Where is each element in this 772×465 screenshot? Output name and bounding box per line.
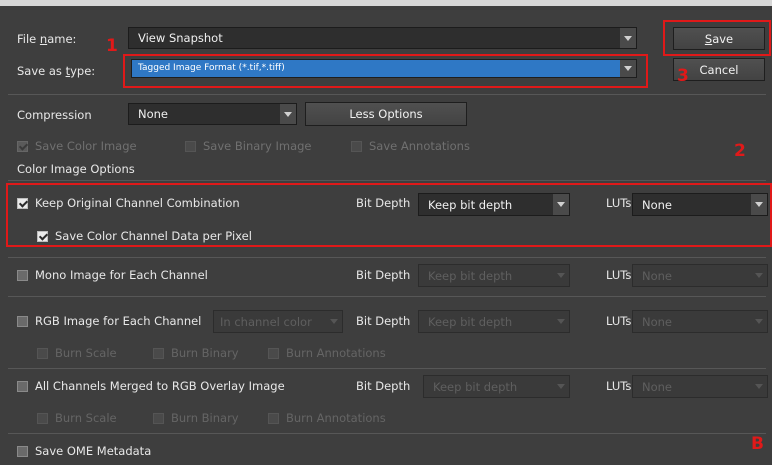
channel-color-select[interactable]: In channel color <box>213 310 343 333</box>
bit-depth-label: Bit Depth <box>356 314 411 328</box>
divider <box>8 296 766 297</box>
bit-depth-select[interactable]: Keep bit depth <box>423 375 570 398</box>
burn-scale-label: Burn Scale <box>55 411 117 425</box>
merged-overlay-checkbox[interactable] <box>17 381 28 392</box>
color-image-options-title: Color Image Options <box>17 162 135 176</box>
merged-overlay-label: All Channels Merged to RGB Overlay Image <box>35 379 285 393</box>
annotation-box-1 <box>123 54 648 88</box>
luts-select[interactable]: None <box>632 375 768 398</box>
save-color-image-checkbox[interactable] <box>17 141 28 152</box>
file-name-label: File name: <box>17 32 77 46</box>
burn-binary-label: Burn Binary <box>171 411 239 425</box>
burn-binary-checkbox[interactable] <box>153 413 164 424</box>
burn-annotations-checkbox[interactable] <box>268 348 279 359</box>
save-binary-image-label: Save Binary Image <box>203 139 312 153</box>
bit-depth-select[interactable]: Keep bit depth <box>418 264 570 287</box>
annotation-marker-2: 2 <box>734 141 746 161</box>
save-ome-metadata-label: Save OME Metadata <box>35 444 152 458</box>
compression-dropdown-arrow-icon[interactable] <box>280 104 296 124</box>
rgb-image-label: RGB Image for Each Channel <box>35 314 202 328</box>
luts-dropdown-arrow-icon[interactable] <box>751 376 767 397</box>
bit-depth-dropdown-arrow-icon[interactable] <box>553 311 569 332</box>
save-ome-metadata-checkbox[interactable] <box>17 446 28 457</box>
annotation-box-2 <box>6 183 772 247</box>
luts-label: LUTs <box>606 314 632 328</box>
annotation-marker-b: B <box>751 434 764 454</box>
window-top-border <box>0 0 772 6</box>
luts-label: LUTs <box>606 379 632 393</box>
annotation-marker-1: 1 <box>106 36 118 56</box>
save-annotations-label: Save Annotations <box>369 139 470 153</box>
divider <box>8 180 766 181</box>
burn-scale-label: Burn Scale <box>55 346 117 360</box>
burn-binary-label: Burn Binary <box>171 346 239 360</box>
burn-annotations-label: Burn Annotations <box>286 411 386 425</box>
divider <box>8 368 766 369</box>
divider <box>8 257 766 258</box>
mono-image-label: Mono Image for Each Channel <box>35 268 208 282</box>
divider <box>8 433 766 434</box>
luts-select[interactable]: None <box>632 264 768 287</box>
luts-label: LUTs <box>606 268 632 282</box>
luts-dropdown-arrow-icon[interactable] <box>751 265 767 286</box>
luts-select[interactable]: None <box>632 310 768 333</box>
compression-label: Compression <box>17 108 92 122</box>
file-name-input[interactable]: View Snapshot <box>128 27 637 49</box>
bit-depth-dropdown-arrow-icon[interactable] <box>553 265 569 286</box>
burn-binary-checkbox[interactable] <box>153 348 164 359</box>
burn-scale-checkbox[interactable] <box>37 348 48 359</box>
bit-depth-select[interactable]: Keep bit depth <box>418 310 570 333</box>
bit-depth-label: Bit Depth <box>356 268 411 282</box>
burn-scale-checkbox[interactable] <box>37 413 48 424</box>
burn-annotations-checkbox[interactable] <box>268 413 279 424</box>
compression-select[interactable]: None <box>128 103 297 125</box>
bit-depth-label: Bit Depth <box>356 379 411 393</box>
bit-depth-dropdown-arrow-icon[interactable] <box>553 376 569 397</box>
annotation-marker-3: 3 <box>677 66 689 86</box>
mono-image-checkbox[interactable] <box>17 270 28 281</box>
save-annotations-checkbox[interactable] <box>351 141 362 152</box>
save-color-image-label: Save Color Image <box>35 139 137 153</box>
save-type-label: Save as type: <box>17 64 96 78</box>
rgb-image-checkbox[interactable] <box>17 316 28 327</box>
divider <box>8 94 766 95</box>
file-name-dropdown-arrow-icon[interactable] <box>620 28 636 48</box>
channel-color-dropdown-arrow-icon[interactable] <box>326 311 342 332</box>
luts-dropdown-arrow-icon[interactable] <box>751 311 767 332</box>
annotation-box-3 <box>663 20 771 56</box>
save-binary-image-checkbox[interactable] <box>185 141 196 152</box>
less-options-button[interactable]: Less Options <box>305 102 467 126</box>
burn-annotations-label: Burn Annotations <box>286 346 386 360</box>
